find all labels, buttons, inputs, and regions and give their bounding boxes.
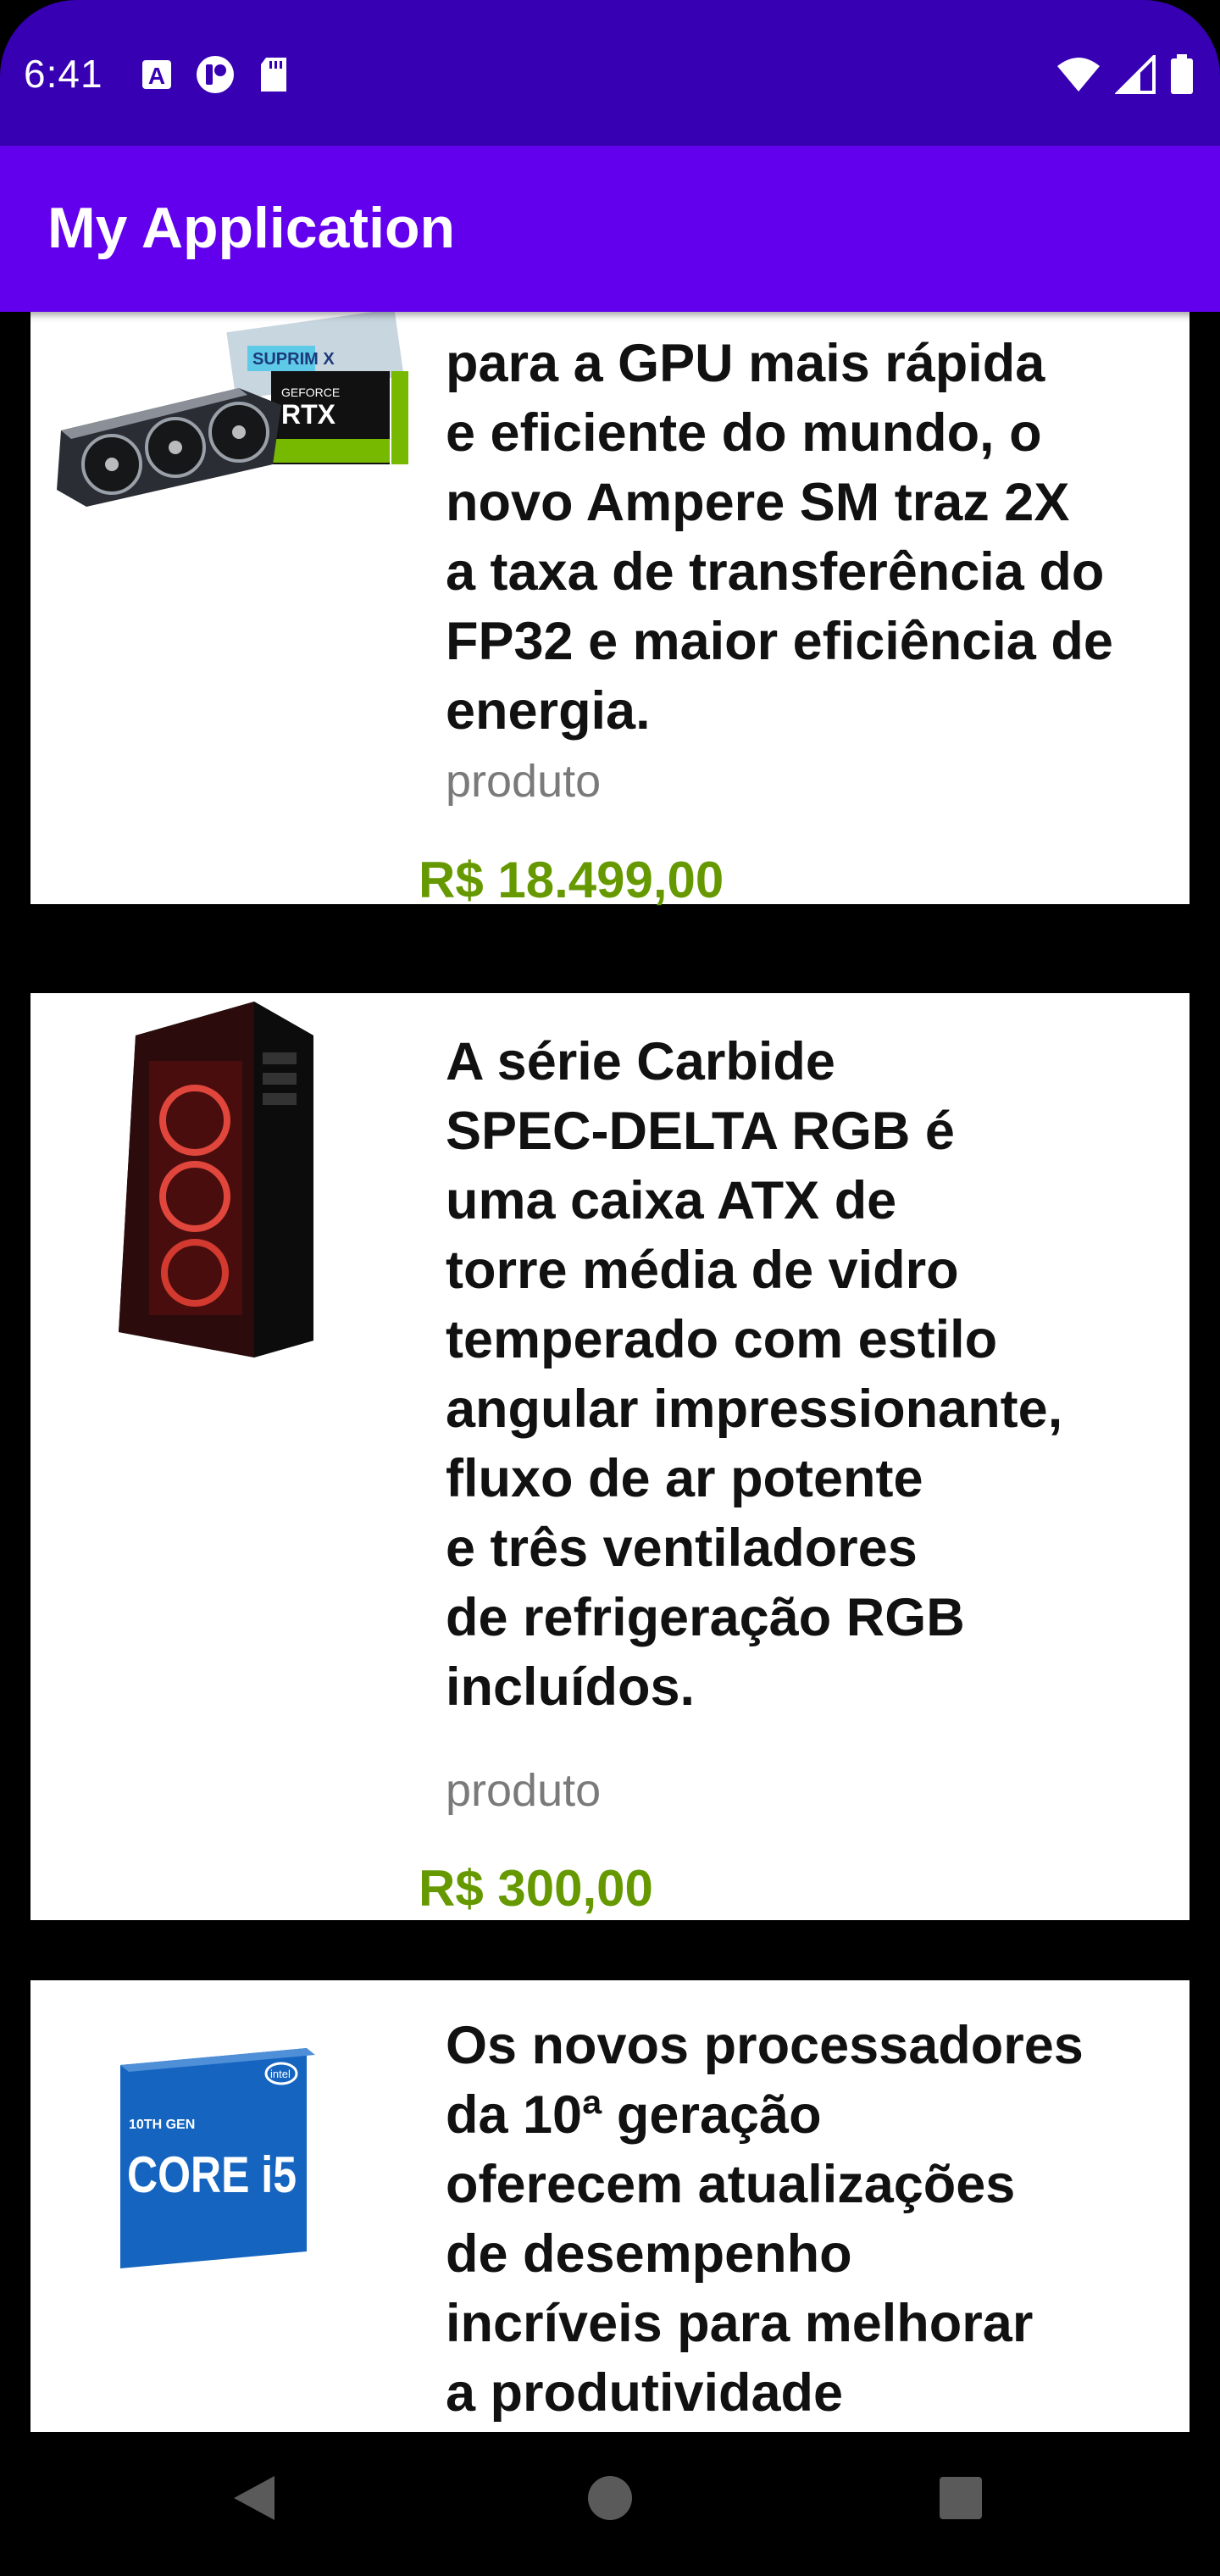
product-description: Os novos processadores da 10ª geração of… <box>446 2016 1084 2423</box>
svg-text:SUPRIM X: SUPRIM X <box>252 350 335 369</box>
app-title: My Application <box>47 196 456 260</box>
phone-screen: 6:41 A My Application SUPRIM X GEFORCE R… <box>0 0 1220 2576</box>
cpu-box-gen: 10TH GEN <box>129 2118 195 2132</box>
product-type: produto <box>446 756 602 807</box>
navigation-bar <box>0 2432 1220 2576</box>
product-card[interactable]: A série Carbide SPEC-DELTA RGB é uma cai… <box>30 993 1190 1920</box>
status-bar: 6:41 A <box>0 0 1220 146</box>
battery-icon <box>1169 54 1195 98</box>
podcast-icon <box>195 54 236 98</box>
product-card[interactable]: intel 10TH GEN CORE i5 Os novos processa… <box>30 1980 1190 2432</box>
wifi-icon <box>1056 56 1101 97</box>
app-bar: My Application <box>0 146 1220 312</box>
product-price: R$ 300,00 <box>419 1860 653 1917</box>
pc-case-icon <box>85 1002 339 1361</box>
product-card[interactable]: SUPRIM X GEFORCE RTX para a GPU mais ráp… <box>30 312 1190 908</box>
cpu-box-icon: intel 10TH GEN CORE i5 <box>103 2040 324 2280</box>
product-description: A série Carbide SPEC-DELTA RGB é uma cai… <box>446 1032 1063 1717</box>
cpu-box-model: CORE i5 <box>127 2146 297 2203</box>
a-box-icon: A <box>141 58 173 94</box>
status-time: 6:41 <box>24 52 103 96</box>
back-icon[interactable] <box>224 2468 285 2529</box>
product-type: produto <box>446 1765 602 1816</box>
svg-text:A: A <box>148 63 165 89</box>
svg-text:GEFORCE: GEFORCE <box>281 386 340 399</box>
cell-signal-icon <box>1114 53 1156 97</box>
recents-icon[interactable] <box>930 2468 991 2529</box>
home-icon[interactable] <box>580 2468 640 2529</box>
product-price: R$ 18.499,00 <box>419 852 724 908</box>
sd-card-icon <box>258 56 290 97</box>
product-description: para a GPU mais rápida e eficiente do mu… <box>446 334 1113 741</box>
gpu-graphics-card-icon: SUPRIM X GEFORCE RTX <box>53 312 408 510</box>
product-list[interactable]: SUPRIM X GEFORCE RTX para a GPU mais ráp… <box>0 312 1220 2432</box>
cpu-box-brand: intel <box>270 2068 291 2080</box>
svg-text:RTX: RTX <box>281 399 336 430</box>
